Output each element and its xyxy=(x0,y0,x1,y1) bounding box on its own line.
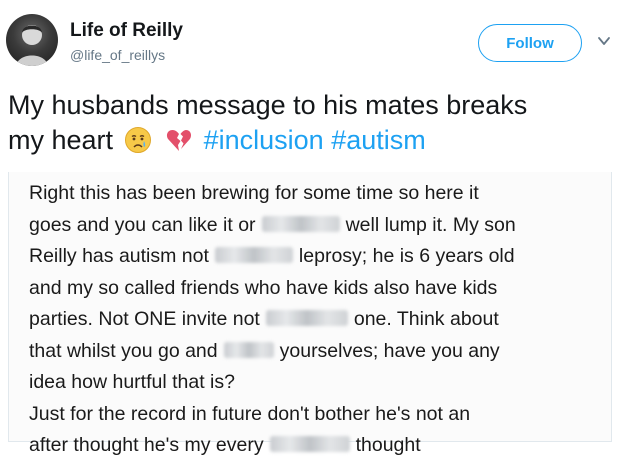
censored-word xyxy=(265,310,348,326)
message-line: Right this has been brewing for some tim… xyxy=(29,178,614,210)
message-text-segment: parties. Not ONE invite not xyxy=(29,308,260,330)
chevron-down-icon[interactable] xyxy=(597,34,611,48)
crying-face-icon xyxy=(124,127,151,153)
hashtag-autism[interactable]: #autism xyxy=(331,125,426,155)
tweet-line-1: My husbands message to his mates breaks xyxy=(8,90,528,120)
message-line: parties. Not ONE invite not one. Think ab… xyxy=(29,304,614,336)
message-text-segment: Right this has been brewing for some tim… xyxy=(29,182,479,204)
message-text-segment: that whilst you go and xyxy=(29,339,218,362)
censored-word xyxy=(223,341,274,358)
message-text-segment: one. Think about xyxy=(353,308,499,330)
message-line: idea how hurtful that is? xyxy=(29,367,614,399)
message-line: after thought he's my every thought xyxy=(29,430,614,462)
tweet-line-2: my heart #inclusion #autism xyxy=(8,123,613,158)
message-screenshot[interactable]: Right this has been brewing for some tim… xyxy=(8,172,612,456)
message-text-segment: yourselves; have you any xyxy=(279,339,500,362)
message-line: goes and you can like it or well lump it.… xyxy=(29,210,614,242)
message-text-segment: Reilly has autism not xyxy=(29,245,209,267)
message-line: Reilly has autism not leprosy; he is 6 ye… xyxy=(29,241,614,273)
message-text-segment: goes and you can like it or xyxy=(29,213,256,236)
message-line: that whilst you go and yourselves; have y… xyxy=(29,336,614,368)
message-text-segment: leprosy; he is 6 years old xyxy=(298,245,515,267)
user-handle[interactable]: @life_of_reillys xyxy=(70,47,165,63)
message-text-segment: and my so called friends who have kids a… xyxy=(29,276,498,299)
display-name[interactable]: Life of Reilly xyxy=(70,20,183,42)
message-text-segment: idea how hurtful that is? xyxy=(29,371,235,393)
follow-button[interactable]: Follow xyxy=(478,24,582,62)
message-line: and my so called friends who have kids a… xyxy=(29,273,614,305)
tweet-text: My husbands message to his mates breaks … xyxy=(8,88,613,158)
hashtag-inclusion[interactable]: #inclusion xyxy=(204,125,324,155)
avatar[interactable] xyxy=(6,14,58,66)
broken-heart-icon xyxy=(167,130,192,151)
censored-word xyxy=(214,247,293,263)
message-text-segment: well lump it. My son xyxy=(345,213,516,236)
message-line: Just for the record in future don't both… xyxy=(29,399,614,431)
message-text-segment: thought xyxy=(355,434,421,456)
message-text-segment: after thought he's my every xyxy=(29,434,264,456)
censored-word xyxy=(261,215,340,232)
message-text-segment: Just for the record in future don't both… xyxy=(29,402,471,425)
tweet-line-2-text: my heart xyxy=(8,125,114,155)
message-text: Right this has been brewing for some tim… xyxy=(29,178,614,462)
